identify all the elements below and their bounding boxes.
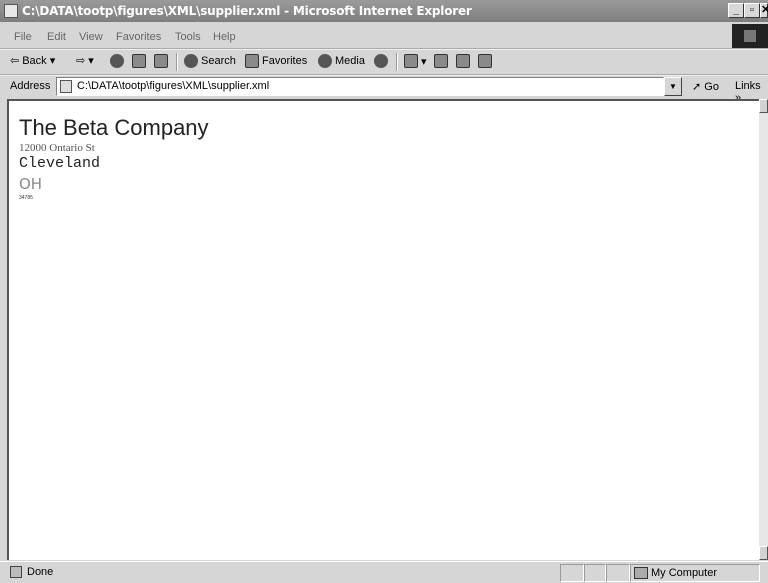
menu-favorites[interactable]: Favorites	[116, 31, 161, 43]
stop-button[interactable]	[110, 54, 124, 68]
toolbar-separator	[176, 53, 178, 71]
favorites-button[interactable]: Favorites	[245, 54, 307, 68]
go-button[interactable]: ➚ Go	[692, 80, 719, 93]
toolbar-separator	[396, 53, 398, 71]
standard-toolbar: ⇦ Back ▾ ⇨ ▾ Search Favorites Media ▾	[0, 50, 768, 74]
back-button[interactable]: ⇦ Back ▾	[10, 54, 56, 68]
status-pane	[606, 564, 630, 582]
menu-bar: File Edit View Favorites Tools Help	[0, 24, 768, 48]
back-arrow-icon: ⇦	[10, 55, 20, 67]
window-title: C:\DATA\tootp\figures\XML\supplier.xml -…	[22, 4, 472, 18]
address-label: Address	[10, 80, 51, 92]
menu-help[interactable]: Help	[213, 31, 236, 43]
stop-icon	[110, 54, 124, 68]
status-pane	[584, 564, 606, 582]
print-icon	[434, 54, 448, 68]
status-text: Done	[27, 566, 54, 578]
mail-dropdown-icon[interactable]: ▾	[421, 55, 427, 68]
search-button[interactable]: Search	[184, 54, 236, 68]
favorites-icon	[245, 54, 259, 68]
page-icon	[60, 80, 72, 93]
address-input[interactable]: C:\DATA\tootp\figures\XML\supplier.xml	[56, 77, 664, 96]
computer-icon	[634, 567, 648, 579]
history-button[interactable]	[374, 54, 388, 68]
zone-label: My Computer	[651, 567, 718, 579]
close-button[interactable]: ✕	[760, 3, 768, 18]
mail-icon	[404, 54, 418, 68]
ie-app-icon[interactable]	[4, 4, 18, 18]
maximize-button[interactable]: ▫	[744, 3, 760, 18]
windows-logo	[732, 24, 768, 48]
go-label: Go	[704, 81, 719, 93]
search-icon	[184, 54, 198, 68]
mail-button[interactable]: ▾	[404, 54, 427, 68]
refresh-button[interactable]	[132, 54, 146, 68]
address-value: C:\DATA\tootp\figures\XML\supplier.xml	[77, 80, 270, 92]
forward-button[interactable]: ⇨ ▾	[76, 54, 94, 67]
state: OH	[19, 175, 43, 193]
history-icon	[374, 54, 388, 68]
security-zone: My Computer	[630, 564, 760, 582]
address-dropdown-button[interactable]: ▼	[664, 77, 682, 96]
document-view[interactable]: The Beta Company 12000 Ontario St Clevel…	[7, 99, 759, 560]
back-label: Back	[22, 54, 47, 67]
media-icon	[318, 54, 332, 68]
media-button[interactable]: Media	[318, 54, 365, 68]
home-button[interactable]	[154, 54, 168, 68]
forward-dropdown-icon[interactable]: ▾	[88, 54, 94, 67]
address-bar: Address C:\DATA\tootp\figures\XML\suppli…	[0, 76, 768, 104]
forward-arrow-icon: ⇨	[76, 55, 86, 67]
discuss-icon	[478, 54, 492, 68]
status-pane	[560, 564, 584, 582]
media-label: Media	[335, 55, 365, 67]
edit-icon	[456, 54, 470, 68]
favorites-label: Favorites	[262, 55, 308, 67]
street-address: 12000 Ontario St	[19, 142, 95, 154]
go-arrow-icon: ➚	[692, 81, 702, 93]
page-done-icon	[10, 566, 22, 578]
print-button[interactable]	[434, 54, 448, 68]
menu-file[interactable]: File	[14, 31, 32, 43]
search-label: Search	[201, 55, 236, 67]
status-bar: Done My Computer	[0, 561, 768, 583]
home-icon	[154, 54, 168, 68]
edit-button[interactable]	[456, 54, 470, 68]
menu-edit[interactable]: Edit	[47, 31, 66, 43]
discuss-button[interactable]	[478, 54, 492, 68]
vertical-scrollbar[interactable]	[759, 99, 768, 560]
city: Cleveland	[19, 155, 101, 172]
minimize-button[interactable]: _	[728, 3, 744, 18]
refresh-icon	[132, 54, 146, 68]
scroll-up-button[interactable]	[759, 99, 768, 113]
menu-view[interactable]: View	[79, 31, 103, 43]
title-bar: C:\DATA\tootp\figures\XML\supplier.xml -…	[0, 0, 768, 22]
windows-flag-icon	[744, 30, 756, 42]
company-name: The Beta Company	[19, 115, 209, 140]
zip-code: 34785	[19, 195, 33, 201]
links-label: Links	[735, 80, 761, 92]
menu-tools[interactable]: Tools	[175, 31, 201, 43]
back-dropdown-icon[interactable]: ▾	[50, 54, 56, 67]
scroll-down-button[interactable]	[759, 546, 768, 560]
